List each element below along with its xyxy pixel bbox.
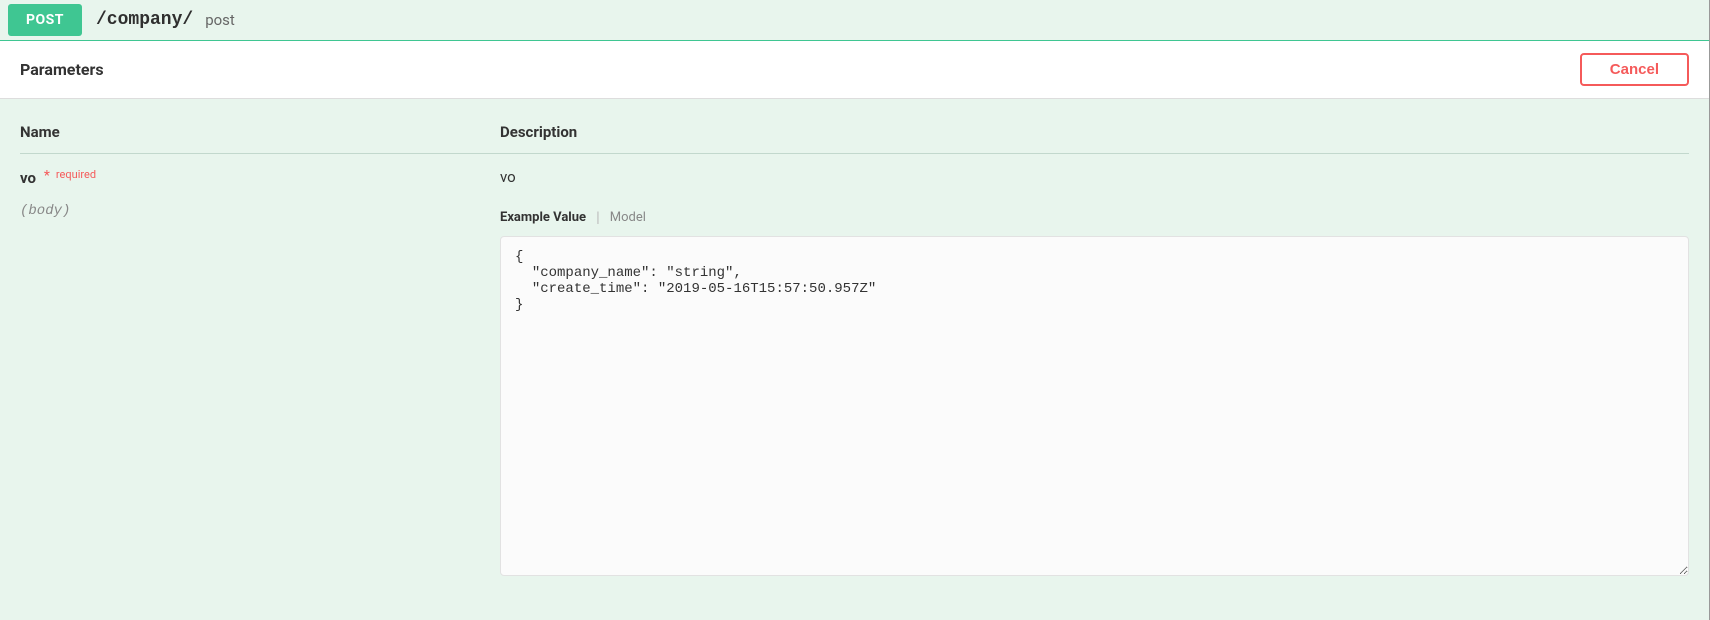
required-star: * — [44, 168, 50, 184]
operation-header[interactable]: POST /company/ post — [0, 0, 1709, 41]
parameter-description: vo — [500, 168, 1689, 186]
request-body-textarea[interactable] — [500, 236, 1689, 576]
column-header-description: Description — [500, 123, 1689, 141]
http-method-badge: POST — [8, 4, 82, 36]
parameters-bar: Parameters Cancel — [0, 41, 1709, 99]
cancel-button[interactable]: Cancel — [1580, 53, 1689, 86]
endpoint-path: /company/ — [96, 10, 193, 30]
parameters-table: Name Description vo * required (body) vo… — [0, 99, 1709, 592]
parameters-table-header: Name Description — [20, 123, 1689, 154]
tab-example-value[interactable]: Example Value — [500, 210, 586, 225]
tab-separator: | — [596, 208, 600, 226]
required-label: required — [56, 168, 96, 181]
parameter-description-cell: vo Example Value | Model — [500, 168, 1689, 580]
body-tabs: Example Value | Model — [500, 208, 1689, 226]
tab-model[interactable]: Model — [610, 210, 646, 225]
parameter-in: (body) — [20, 203, 500, 219]
api-operation-panel: POST /company/ post Parameters Cancel Na… — [0, 0, 1710, 620]
parameter-name: vo — [20, 169, 36, 187]
column-header-name: Name — [20, 123, 500, 141]
parameters-title: Parameters — [20, 60, 104, 79]
endpoint-summary: post — [205, 11, 235, 29]
parameter-name-cell: vo * required (body) — [20, 168, 500, 219]
parameter-row: vo * required (body) vo Example Value | … — [20, 168, 1689, 580]
